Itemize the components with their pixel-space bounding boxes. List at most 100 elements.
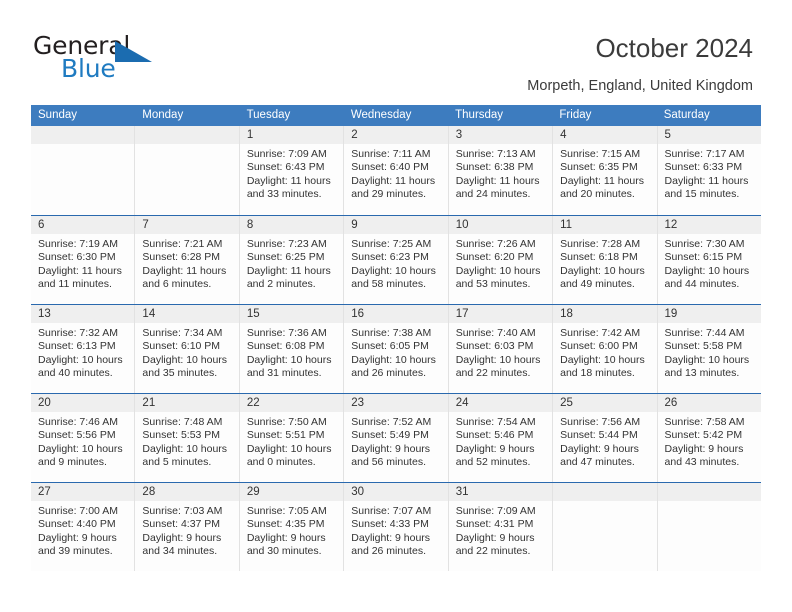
day-sun-info: Sunrise: 7:05 AM Sunset: 4:35 PM Daylight:… [240, 501, 343, 559]
day-number-band: 10 [448, 216, 553, 234]
day-info-line: Daylight: 9 hours [351, 442, 431, 455]
day-cell-2[interactable]: 2 Sunrise: 7:11 AM Sunset: 6:40 PM Daylight… [343, 126, 448, 215]
day-sun-info: Sunrise: 7:19 AM Sunset: 6:30 PM Daylight:… [31, 234, 134, 292]
day-number-band [657, 483, 761, 501]
day-cell-29[interactable]: 29 Sunrise: 7:05 AM Sunset: 4:35 PM Dayligh… [238, 483, 344, 571]
day-cell-9[interactable]: 9 Sunrise: 7:25 AM Sunset: 6:23 PM Daylight… [343, 216, 448, 304]
day-cell-5[interactable]: 5 Sunrise: 7:17 AM Sunset: 6:33 PM Daylight… [656, 126, 761, 215]
day-info-line: Sunrise: 7:48 AM [142, 416, 223, 428]
day-sun-info: Sunrise: 7:56 AM Sunset: 5:44 PM Daylight:… [553, 412, 656, 470]
day-info-line: Sunrise: 7:23 AM [246, 238, 327, 250]
day-info-line: Sunrise: 7:36 AM [246, 327, 327, 339]
day-sun-info: Sunrise: 7:54 AM Sunset: 5:46 PM Daylight:… [449, 412, 552, 470]
day-number-band: 4 [553, 126, 657, 144]
day-cell-16[interactable]: 16 Sunrise: 7:38 AM Sunset: 6:05 PM Dayligh… [343, 305, 448, 393]
day-cell-4[interactable]: 4 Sunrise: 7:15 AM Sunset: 6:35 PM Daylight… [552, 126, 657, 215]
day-info-line: and 29 minutes. [351, 188, 426, 201]
day-sun-info: Sunrise: 7:44 AM Sunset: 5:58 PM Daylight:… [658, 323, 761, 381]
day-info-line: Sunrise: 7:03 AM [142, 505, 223, 517]
day-info-line: Sunset: 6:10 PM [142, 340, 221, 353]
day-number: 10 [455, 219, 469, 231]
day-sun-info: Sunrise: 7:36 AM Sunset: 6:08 PM Daylight:… [240, 323, 343, 381]
day-info-line: and 26 minutes. [351, 367, 426, 380]
day-cell-18[interactable]: 18 Sunrise: 7:42 AM Sunset: 6:00 PM Dayligh… [552, 305, 657, 393]
day-sun-info: Sunrise: 7:46 AM Sunset: 5:56 PM Daylight:… [31, 412, 134, 470]
day-number-band: 15 [239, 305, 344, 323]
day-info-line: Sunrise: 7:52 AM [351, 416, 432, 428]
day-info-line: Sunrise: 7:17 AM [664, 148, 745, 160]
day-cell-19[interactable]: 19 Sunrise: 7:44 AM Sunset: 5:58 PM Dayligh… [656, 305, 761, 393]
day-info-line: Sunset: 6:33 PM [664, 161, 743, 174]
day-sun-info: Sunrise: 7:48 AM Sunset: 5:53 PM Daylight:… [135, 412, 238, 470]
day-info-line: Sunset: 5:42 PM [664, 429, 743, 442]
day-cell-10[interactable]: 10 Sunrise: 7:26 AM Sunset: 6:20 PM Dayligh… [447, 216, 553, 304]
weekday-header-thursday: Thursday [455, 109, 504, 121]
day-sun-info: Sunrise: 7:42 AM Sunset: 6:00 PM Daylight:… [553, 323, 656, 381]
day-info-line: and 33 minutes. [246, 188, 322, 201]
day-cell-23[interactable]: 23 Sunrise: 7:52 AM Sunset: 5:49 PM Dayligh… [343, 394, 448, 482]
day-cell-21[interactable]: 21 Sunrise: 7:48 AM Sunset: 5:53 PM Dayligh… [134, 394, 239, 482]
day-cell-11[interactable]: 11 Sunrise: 7:28 AM Sunset: 6:18 PM Dayligh… [552, 216, 657, 304]
day-info-line: Sunset: 6:40 PM [351, 161, 429, 174]
general-blue-logo[interactable]: General Blue [33, 33, 233, 89]
day-number-band: 6 [31, 216, 135, 234]
day-cell-8[interactable]: 8 Sunrise: 7:23 AM Sunset: 6:25 PM Daylight… [238, 216, 344, 304]
day-number: 22 [246, 397, 260, 409]
day-info-line: and 49 minutes. [560, 278, 635, 291]
day-info-line: Daylight: 10 hours [246, 442, 332, 455]
day-info-line: Daylight: 9 hours [38, 531, 117, 544]
day-info-line: Sunrise: 7:26 AM [455, 238, 536, 250]
day-info-line: Sunset: 4:33 PM [351, 518, 429, 531]
day-info-line: Sunrise: 7:34 AM [142, 327, 223, 339]
day-info-line: Daylight: 9 hours [142, 531, 222, 544]
day-info-line: and 47 minutes. [560, 456, 635, 469]
day-cell-28[interactable]: 28 Sunrise: 7:03 AM Sunset: 4:37 PM Dayligh… [134, 483, 239, 571]
day-sun-info: Sunrise: 7:50 AM Sunset: 5:51 PM Daylight:… [240, 412, 343, 470]
day-cell-22[interactable]: 22 Sunrise: 7:50 AM Sunset: 5:51 PM Dayligh… [238, 394, 344, 482]
day-cell-25[interactable]: 25 Sunrise: 7:56 AM Sunset: 5:44 PM Dayligh… [552, 394, 657, 482]
day-sun-info: Sunrise: 7:34 AM Sunset: 6:10 PM Daylight:… [135, 323, 238, 381]
day-number-band: 17 [448, 305, 553, 323]
day-cell-7[interactable]: 7 Sunrise: 7:21 AM Sunset: 6:28 PM Daylight… [134, 216, 239, 304]
calendar-week-row: 13 Sunrise: 7:32 AM Sunset: 6:13 PM Dayligh… [31, 304, 761, 393]
day-cell-31[interactable]: 31 Sunrise: 7:09 AM Sunset: 4:31 PM Dayligh… [447, 483, 553, 571]
day-cell-12[interactable]: 12 Sunrise: 7:30 AM Sunset: 6:15 PM Dayligh… [656, 216, 761, 304]
day-info-line: Daylight: 10 hours [142, 442, 228, 455]
day-cell-17[interactable]: 17 Sunrise: 7:40 AM Sunset: 6:03 PM Dayligh… [447, 305, 553, 393]
day-info-line: Daylight: 11 hours [351, 174, 436, 187]
day-sun-info: Sunrise: 7:58 AM Sunset: 5:42 PM Daylight:… [658, 412, 761, 470]
day-info-line: Daylight: 10 hours [560, 353, 645, 366]
day-cell-15[interactable]: 15 Sunrise: 7:36 AM Sunset: 6:08 PM Dayligh… [238, 305, 344, 393]
day-sun-info: Sunrise: 7:28 AM Sunset: 6:18 PM Daylight:… [553, 234, 656, 292]
day-number: 23 [351, 397, 365, 409]
day-number: 2 [351, 129, 358, 141]
day-sun-info: Sunrise: 7:13 AM Sunset: 6:38 PM Daylight:… [449, 144, 552, 202]
day-info-line: Daylight: 10 hours [351, 353, 436, 366]
day-cell-14[interactable]: 14 Sunrise: 7:34 AM Sunset: 6:10 PM Dayligh… [134, 305, 239, 393]
day-cell-1[interactable]: 1 Sunrise: 7:09 AM Sunset: 6:43 PM Daylight… [238, 126, 344, 215]
day-number-band: 25 [553, 394, 657, 412]
calendar-page: General Blue October 2024 Morpeth, Engla… [0, 0, 792, 612]
day-number: 12 [664, 219, 678, 231]
day-cell-24[interactable]: 24 Sunrise: 7:54 AM Sunset: 5:46 PM Dayligh… [447, 394, 553, 482]
day-number-band: 14 [135, 305, 239, 323]
logo-text-blue: Blue [61, 54, 116, 83]
day-cell-13[interactable]: 13 Sunrise: 7:32 AM Sunset: 6:13 PM Dayligh… [31, 305, 135, 393]
day-cell-20[interactable]: 20 Sunrise: 7:46 AM Sunset: 5:56 PM Dayligh… [31, 394, 135, 482]
day-number-band: 8 [239, 216, 344, 234]
day-sun-info: Sunrise: 7:07 AM Sunset: 4:33 PM Daylight:… [344, 501, 447, 559]
day-sun-info: Sunrise: 7:26 AM Sunset: 6:20 PM Daylight:… [449, 234, 552, 292]
day-info-line: Daylight: 10 hours [38, 353, 123, 366]
day-sun-info: Sunrise: 7:23 AM Sunset: 6:25 PM Daylight:… [240, 234, 343, 292]
day-cell-3[interactable]: 3 Sunrise: 7:13 AM Sunset: 6:38 PM Daylight… [447, 126, 553, 215]
day-number-band: 27 [31, 483, 135, 501]
day-cell-27[interactable]: 27 Sunrise: 7:00 AM Sunset: 4:40 PM Dayligh… [31, 483, 135, 571]
day-cell-30[interactable]: 30 Sunrise: 7:07 AM Sunset: 4:33 PM Dayligh… [343, 483, 448, 571]
day-cell-6[interactable]: 6 Sunrise: 7:19 AM Sunset: 6:30 PM Daylight… [31, 216, 135, 304]
triangle-logo-icon [115, 41, 152, 62]
day-sun-info: Sunrise: 7:52 AM Sunset: 5:49 PM Daylight:… [344, 412, 447, 470]
day-cell-26[interactable]: 26 Sunrise: 7:58 AM Sunset: 5:42 PM Dayligh… [656, 394, 761, 482]
day-number: 15 [246, 308, 260, 320]
day-info-line: Sunrise: 7:13 AM [455, 148, 536, 160]
weekday-header-monday: Monday [142, 109, 184, 121]
